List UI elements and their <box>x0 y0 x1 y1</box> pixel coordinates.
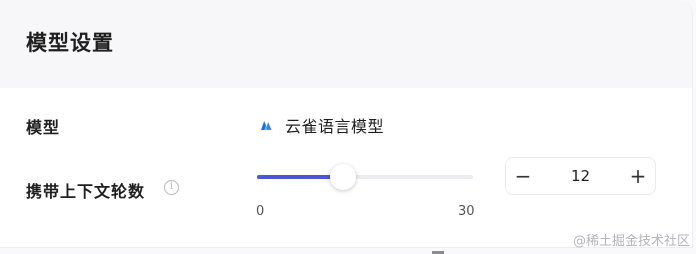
watermark: @稀土掘金技术社区 <box>572 234 690 249</box>
decrement-button[interactable]: − <box>506 158 540 194</box>
context-rounds-slider[interactable] <box>257 164 473 191</box>
slider-min-label: 0 <box>256 204 265 219</box>
model-label: 模型 <box>26 118 61 137</box>
increment-button[interactable]: + <box>621 158 655 194</box>
settings-window: 模型设置 模型 云雀语言模型 携带上下文轮数 i 0 30 − + @稀土掘金技… <box>0 0 696 254</box>
context-rounds-stepper: − + <box>505 157 656 195</box>
context-rounds-input[interactable] <box>540 158 621 194</box>
model-selector[interactable]: 云雀语言模型 <box>258 113 384 137</box>
model-name: 云雀语言模型 <box>285 117 385 136</box>
slider-max-label: 30 <box>458 204 475 219</box>
info-circle-icon[interactable]: i <box>164 180 179 195</box>
model-settings-card: 模型设置 模型 云雀语言模型 携带上下文轮数 i 0 30 − + <box>0 0 693 248</box>
context-rounds-label: 携带上下文轮数 <box>26 182 146 201</box>
slider-handle[interactable] <box>330 164 356 190</box>
page-title: 模型设置 <box>26 31 114 55</box>
yunque-model-logo-icon <box>261 121 272 130</box>
card-header: 模型设置 <box>0 0 692 88</box>
